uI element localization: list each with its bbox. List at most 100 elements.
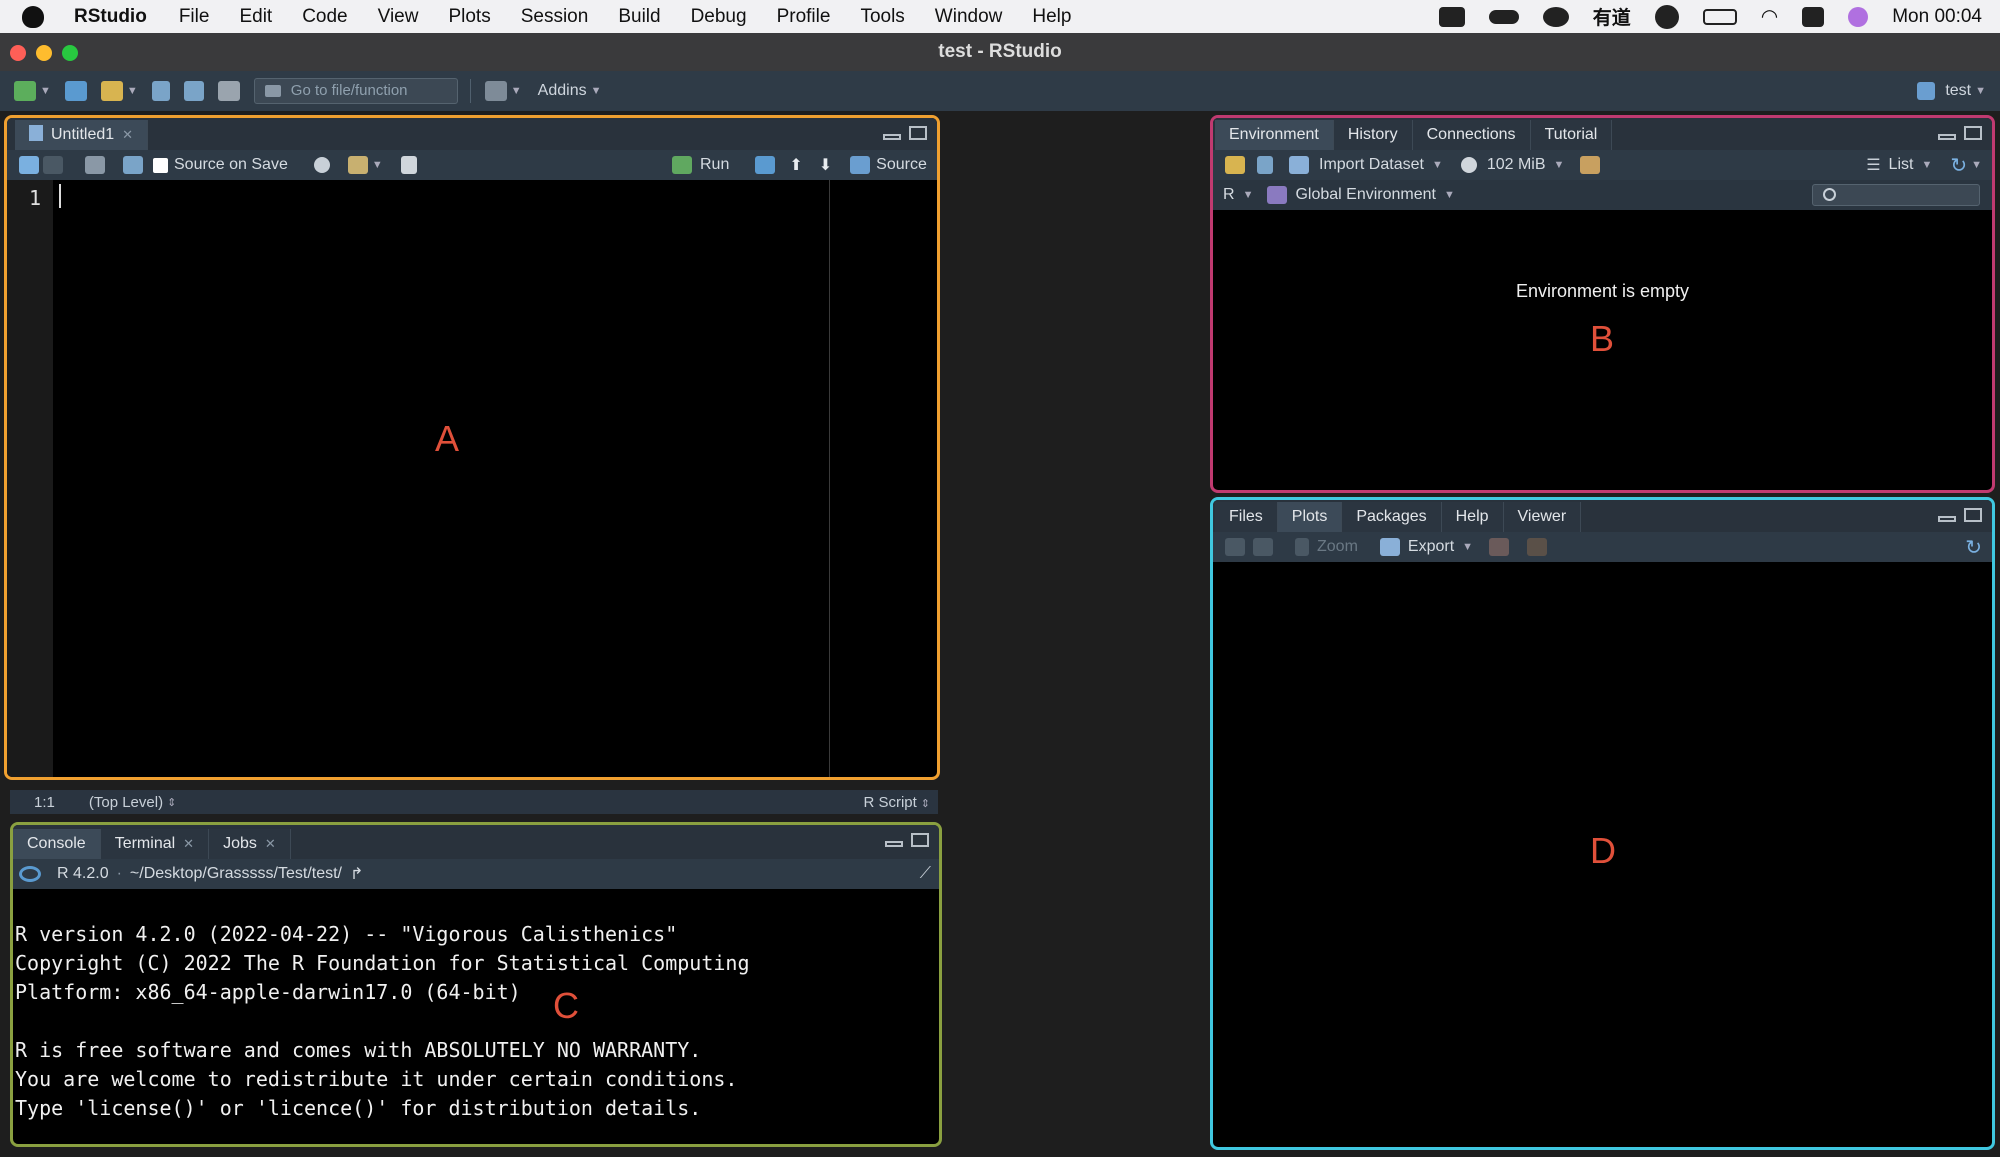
maximize-pane-icon[interactable]: [1964, 508, 1982, 522]
wifi-icon[interactable]: ◠: [1761, 4, 1778, 29]
save-workspace-icon[interactable]: [1257, 156, 1273, 174]
source-dropdown-icon[interactable]: ▼: [937, 159, 938, 171]
tab-connections[interactable]: Connections: [1412, 120, 1531, 150]
filetype-dropdown-icon[interactable]: ⇕: [921, 798, 930, 810]
menu-plots[interactable]: Plots: [448, 6, 490, 28]
export-dropdown-icon[interactable]: ▼: [1462, 541, 1473, 553]
refresh-plots-icon[interactable]: ↻: [1965, 535, 1982, 560]
import-dropdown-icon[interactable]: ▼: [1432, 159, 1443, 171]
tray-app-icon[interactable]: [1438, 6, 1465, 27]
minimize-window-button[interactable]: [36, 45, 52, 61]
menu-profile[interactable]: Profile: [777, 6, 831, 28]
view-mode-dropdown-icon[interactable]: ▼: [1921, 159, 1932, 171]
environment-selector[interactable]: Global Environment: [1295, 186, 1436, 204]
magic-wand-icon[interactable]: [347, 156, 368, 174]
export-button[interactable]: Export: [1408, 538, 1454, 556]
menu-tools[interactable]: Tools: [860, 6, 904, 28]
open-file-icon[interactable]: [100, 81, 123, 101]
save-all-icon[interactable]: [183, 81, 204, 101]
addins-dropdown-icon[interactable]: ▼: [591, 85, 602, 97]
control-center-icon[interactable]: [1802, 6, 1825, 27]
tab-help[interactable]: Help: [1441, 502, 1504, 532]
menu-file[interactable]: File: [179, 6, 210, 28]
scope-dropdown-icon[interactable]: ⇕: [167, 796, 176, 809]
clear-console-icon[interactable]: ⟋: [920, 865, 931, 883]
project-menu[interactable]: test: [1945, 82, 1971, 100]
source-icon[interactable]: [850, 156, 871, 174]
source-button[interactable]: Source: [876, 156, 927, 174]
menu-edit[interactable]: Edit: [239, 6, 272, 28]
compile-report-icon[interactable]: [400, 156, 417, 174]
environment-search-input[interactable]: [1812, 184, 1980, 206]
tab-terminal[interactable]: Terminal ✕: [100, 829, 210, 859]
battery-icon[interactable]: [1702, 8, 1737, 25]
import-dataset-button[interactable]: Import Dataset: [1319, 156, 1424, 174]
tab-viewer[interactable]: Viewer: [1503, 502, 1582, 532]
new-file-icon[interactable]: [14, 81, 36, 101]
menu-app-name[interactable]: RStudio: [74, 6, 147, 28]
code-tools-dropdown-icon[interactable]: ▼: [372, 159, 383, 171]
maximize-pane-icon[interactable]: [1964, 126, 1982, 140]
import-dataset-icon[interactable]: [1289, 156, 1309, 174]
print-icon[interactable]: [217, 81, 240, 101]
addins-menu[interactable]: Addins: [538, 82, 587, 100]
glasses-icon[interactable]: [1488, 9, 1519, 24]
minimize-pane-icon[interactable]: [883, 134, 901, 140]
rerun-icon[interactable]: [755, 156, 776, 174]
zoom-icon[interactable]: [1295, 538, 1309, 556]
tab-history[interactable]: History: [1333, 120, 1413, 150]
run-button[interactable]: Run: [700, 156, 729, 174]
find-icon[interactable]: [313, 157, 330, 173]
new-file-dropdown-icon[interactable]: ▼: [40, 85, 51, 97]
memory-dropdown-icon[interactable]: ▼: [1554, 159, 1565, 171]
minimize-pane-icon[interactable]: [885, 841, 903, 847]
maximize-pane-icon[interactable]: [911, 833, 929, 847]
wechat-icon[interactable]: [1542, 6, 1569, 27]
menu-session[interactable]: Session: [521, 6, 589, 28]
run-icon[interactable]: [672, 156, 692, 174]
menu-window[interactable]: Window: [935, 6, 1003, 28]
pane-layout-dropdown-icon[interactable]: ▼: [511, 85, 522, 97]
export-icon[interactable]: [1379, 538, 1400, 556]
load-workspace-icon[interactable]: [1225, 156, 1245, 174]
maximize-pane-icon[interactable]: [909, 126, 927, 140]
menu-help[interactable]: Help: [1032, 6, 1071, 28]
tab-console[interactable]: Console: [13, 829, 101, 859]
zoom-window-button[interactable]: [62, 45, 78, 61]
code-editor[interactable]: [53, 180, 937, 777]
close-jobs-icon[interactable]: ✕: [265, 836, 276, 851]
grammar-icon[interactable]: [1654, 4, 1679, 29]
source-on-save-checkbox[interactable]: [153, 157, 168, 173]
previous-plot-icon[interactable]: [1225, 538, 1245, 556]
close-window-button[interactable]: [10, 45, 26, 61]
youdao-label[interactable]: 有道: [1593, 3, 1631, 30]
list-view-icon[interactable]: ☰: [1866, 155, 1880, 175]
menu-view[interactable]: View: [378, 6, 419, 28]
save-source-icon[interactable]: [123, 156, 143, 174]
working-directory[interactable]: ~/Desktop/Grasssss/Test/test/: [130, 865, 342, 883]
apple-icon[interactable]: [22, 5, 44, 28]
refresh-dropdown-icon[interactable]: ▼: [1971, 159, 1982, 171]
minimize-pane-icon[interactable]: [1938, 516, 1956, 522]
tab-environment[interactable]: Environment: [1215, 120, 1334, 150]
tab-files[interactable]: Files: [1215, 502, 1278, 532]
refresh-icon[interactable]: ↻: [1950, 153, 1967, 178]
goto-directory-icon[interactable]: ↱: [350, 864, 363, 884]
clock[interactable]: Mon 00:04: [1892, 6, 1982, 28]
pane-layout-icon[interactable]: [484, 81, 507, 101]
language-selector[interactable]: R: [1223, 186, 1235, 204]
memory-usage[interactable]: 102 MiB: [1487, 156, 1546, 174]
environment-dropdown-icon[interactable]: ▼: [1444, 189, 1455, 201]
filetype-selector[interactable]: R Script ⇕: [863, 794, 930, 811]
tab-jobs[interactable]: Jobs ✕: [209, 829, 291, 859]
close-tab-icon[interactable]: ✕: [122, 127, 133, 142]
show-in-window-icon[interactable]: [85, 156, 105, 174]
clear-workspace-icon[interactable]: [1580, 156, 1601, 174]
project-dropdown-icon[interactable]: ▼: [1975, 85, 1986, 97]
down-arrow-icon[interactable]: ⬇: [819, 155, 832, 175]
scope-selector[interactable]: (Top Level): [89, 794, 163, 811]
menu-debug[interactable]: Debug: [691, 6, 747, 28]
save-icon[interactable]: [151, 81, 170, 101]
close-terminal-icon[interactable]: ✕: [183, 836, 194, 851]
remove-plot-icon[interactable]: [1489, 538, 1510, 556]
